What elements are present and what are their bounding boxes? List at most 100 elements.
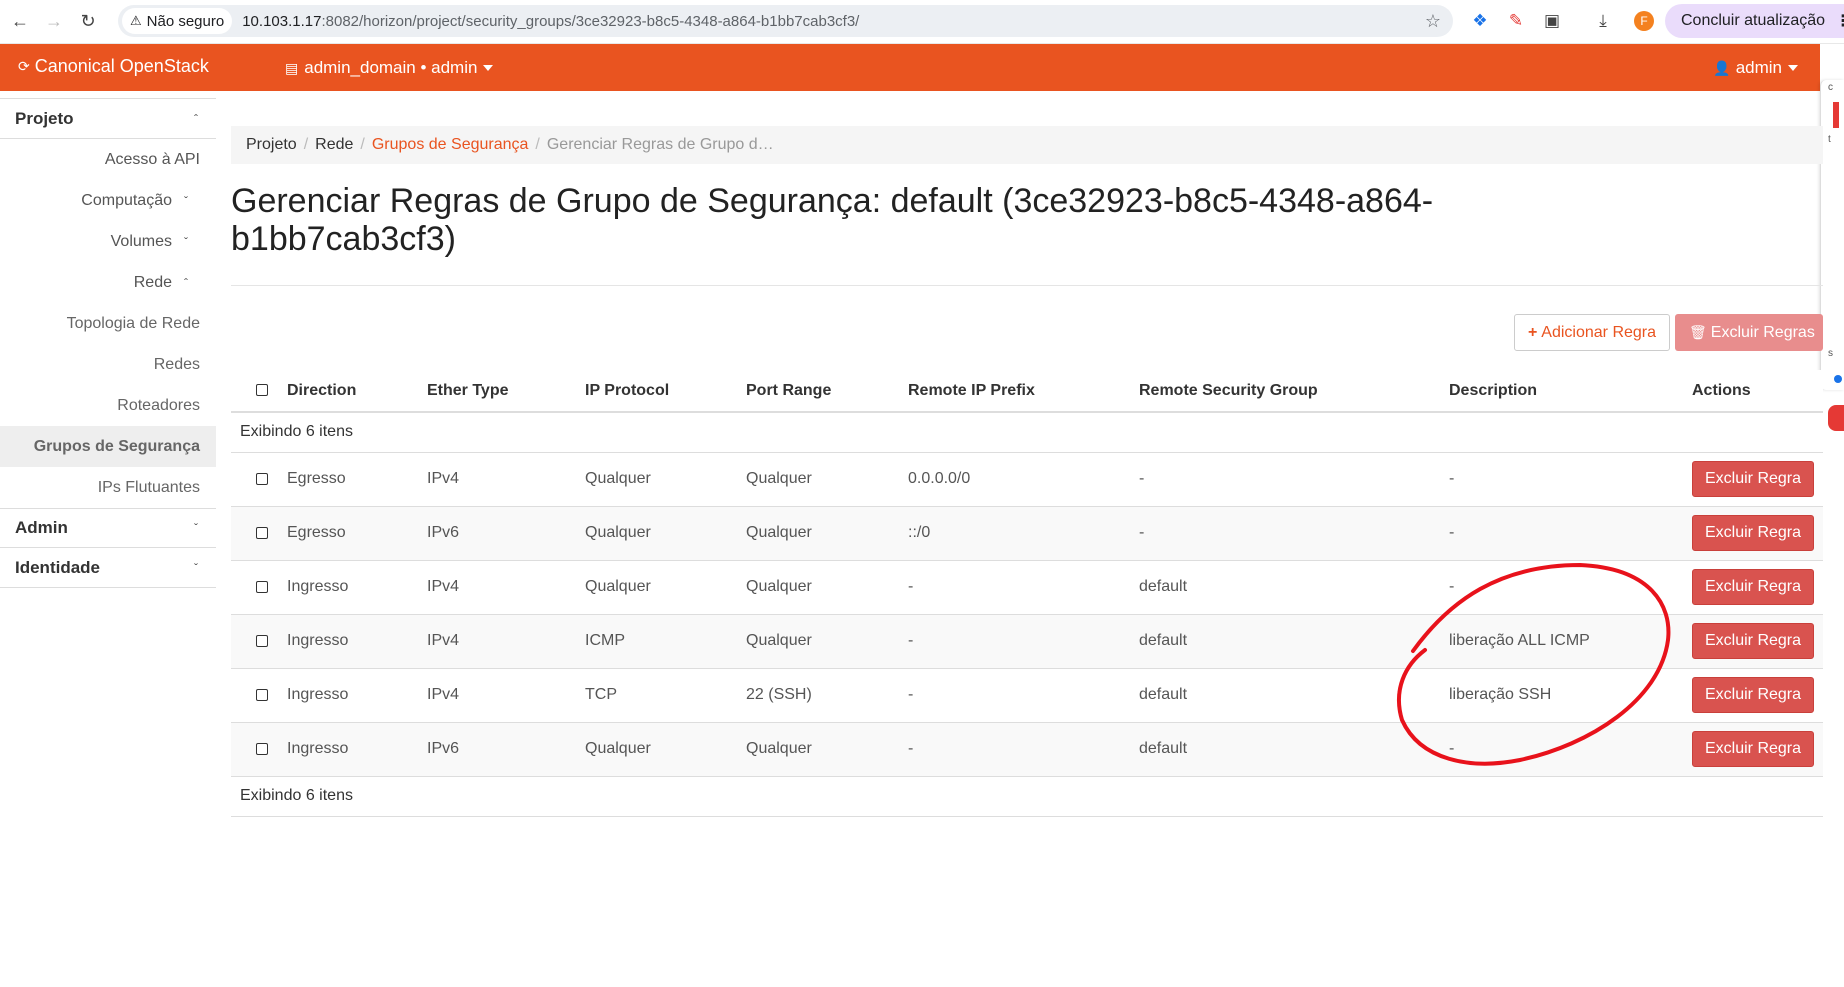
side-panel-glyph: t xyxy=(1828,134,1831,145)
sidebar-item-security-groups[interactable]: Grupos de Segurança xyxy=(0,426,216,467)
item-count-bottom: Exibindo 6 itens xyxy=(231,776,1823,817)
side-panel-red-mark xyxy=(1833,102,1839,128)
row-checkbox[interactable] xyxy=(256,580,268,593)
breadcrumb-separator: / xyxy=(360,136,365,153)
cell-port-range: Qualquer xyxy=(746,452,908,507)
column-header-description[interactable]: Description xyxy=(1449,370,1692,413)
table-row: Ingresso IPv4 ICMP Qualquer - default liberaçã… xyxy=(231,614,1823,669)
breadcrumb-separator: / xyxy=(535,136,540,153)
back-icon[interactable]: ← xyxy=(6,8,34,36)
row-checkbox[interactable] xyxy=(256,472,268,485)
side-panel-toggle[interactable] xyxy=(1834,375,1842,383)
row-checkbox[interactable] xyxy=(256,742,268,755)
sidebar-item-label: Computação xyxy=(81,191,172,209)
sidebar-item-label: Rede xyxy=(133,273,172,291)
breadcrumb-security-groups-link[interactable]: Grupos de Segurança xyxy=(372,136,529,154)
user-menu-dropdown[interactable]: 👤 admin xyxy=(1713,58,1798,78)
column-header-remote-ip-prefix[interactable]: Remote IP Prefix xyxy=(908,370,1139,413)
security-chip[interactable]: ⚠ Não seguro xyxy=(122,8,233,34)
table-row: Ingresso IPv6 Qualquer Qualquer - default - Exc… xyxy=(231,722,1823,777)
side-panel-red-tab[interactable] xyxy=(1828,405,1844,431)
row-select-cell xyxy=(231,506,287,561)
forward-icon[interactable]: → xyxy=(40,8,68,36)
delete-rule-button[interactable]: Excluir Regra xyxy=(1692,677,1814,713)
cell-remote-security-group: - xyxy=(1139,506,1449,561)
project-selector-label: admin_domain • admin xyxy=(304,58,478,77)
cell-remote-ip-prefix: - xyxy=(908,560,1139,615)
sidebar-section-projeto[interactable]: Projeto ˆ xyxy=(0,99,216,139)
cell-direction: Egresso xyxy=(287,506,427,561)
cell-ether-type: IPv6 xyxy=(427,506,585,561)
cell-port-range: Qualquer xyxy=(746,560,908,615)
cell-ip-protocol: ICMP xyxy=(585,614,746,669)
translate-extension-icon[interactable]: ❖ xyxy=(1468,9,1492,33)
delete-rule-button[interactable]: Excluir Regra xyxy=(1692,515,1814,551)
page-title-line2: b1bb7cab3cf3) xyxy=(231,220,456,258)
sidebar-item-label: Topologia de Rede xyxy=(66,314,200,332)
cell-description: liberação ALL ICMP xyxy=(1449,614,1692,669)
page-title: Gerenciar Regras de Grupo de Segurança: … xyxy=(231,182,1491,258)
table-row: Egresso IPv4 Qualquer Qualquer 0.0.0.0/0- - Ex… xyxy=(231,452,1823,507)
column-header-ether-type[interactable]: Ether Type xyxy=(427,370,585,413)
cell-description: - xyxy=(1449,452,1692,507)
cell-description: - xyxy=(1449,506,1692,561)
cell-remote-ip-prefix: - xyxy=(908,668,1139,723)
delete-rule-button[interactable]: Excluir Regra xyxy=(1692,623,1814,659)
row-checkbox[interactable] xyxy=(256,688,268,701)
cell-remote-security-group: default xyxy=(1139,614,1449,669)
extensions-puzzle-icon[interactable]: ▣ xyxy=(1540,9,1564,33)
delete-rule-button[interactable]: Excluir Regra xyxy=(1692,731,1814,767)
chevron-down-icon: ˇ xyxy=(184,234,188,249)
brand-link[interactable]: ⟳ Canonical OpenStack xyxy=(18,56,209,77)
sidebar-item-compute[interactable]: Computação ˇ xyxy=(0,180,216,221)
cell-remote-security-group: - xyxy=(1139,452,1449,507)
cell-ip-protocol: Qualquer xyxy=(585,452,746,507)
more-menu-icon[interactable]: ⋮ xyxy=(1835,11,1844,31)
sidebar-item-networks[interactable]: Redes xyxy=(0,344,216,385)
delete-rules-button[interactable]: 🗑 Excluir Regras xyxy=(1675,314,1823,351)
project-icon: ▤ xyxy=(285,59,299,76)
address-bar[interactable]: ⚠ Não seguro 10.103.1.17:8082/horizon/pr… xyxy=(118,5,1453,37)
update-label: Concluir atualização xyxy=(1681,12,1826,29)
cell-actions: Excluir Regra xyxy=(1692,668,1823,723)
sidebar-item-routers[interactable]: Roteadores xyxy=(0,385,216,426)
sidebar-item-volumes[interactable]: Volumes ˇ xyxy=(0,221,216,262)
column-header-direction[interactable]: Direction xyxy=(287,370,427,413)
column-header-remote-security-group[interactable]: Remote Security Group xyxy=(1139,370,1449,413)
sidebar-item-network[interactable]: Rede ˆ xyxy=(0,262,216,303)
sidebar-item-floating-ips[interactable]: IPs Flutuantes xyxy=(0,467,216,508)
url-host: 10.103.1.17 xyxy=(242,12,322,30)
table-header-row: Direction Ether Type IP Protocol Port Ra… xyxy=(231,370,1823,413)
downloads-icon[interactable]: ⤓ xyxy=(1591,9,1615,33)
sidebar: Projeto ˆ Acesso à API Computação ˇ Volum… xyxy=(0,91,216,588)
reload-icon[interactable]: ↻ xyxy=(74,8,102,36)
row-select-cell xyxy=(231,452,287,507)
sidebar-section-admin[interactable]: Admin ˇ xyxy=(0,508,216,548)
add-rule-button[interactable]: + Adicionar Regra xyxy=(1514,314,1670,351)
select-all-checkbox[interactable] xyxy=(256,384,268,397)
delete-rule-button[interactable]: Excluir Regra xyxy=(1692,569,1814,605)
sidebar-section-identity[interactable]: Identidade ˇ xyxy=(0,548,216,588)
row-checkbox[interactable] xyxy=(256,526,268,539)
project-selector-dropdown[interactable]: ▤ admin_domain • admin xyxy=(285,58,494,78)
caret-down-icon xyxy=(483,65,494,71)
bookmark-star-icon[interactable]: ☆ xyxy=(1425,11,1441,32)
url-text[interactable]: 10.103.1.17:8082/horizon/project/securit… xyxy=(242,13,859,30)
caret-down-icon xyxy=(1788,65,1798,71)
sidebar-item-api-access[interactable]: Acesso à API xyxy=(0,139,216,180)
sidebar-item-network-topology[interactable]: Topologia de Rede xyxy=(0,303,216,344)
update-chrome-button[interactable]: Concluir atualização ⋮ xyxy=(1665,4,1844,38)
column-header-ip-protocol[interactable]: IP Protocol xyxy=(585,370,746,413)
pen-extension-icon[interactable]: ✎ xyxy=(1504,9,1528,33)
brand-label: Canonical OpenStack xyxy=(34,56,209,76)
sidebar-item-label: IPs Flutuantes xyxy=(97,478,200,496)
column-header-port-range[interactable]: Port Range xyxy=(746,370,908,413)
cell-remote-security-group: default xyxy=(1139,560,1449,615)
profile-avatar[interactable]: F xyxy=(1632,9,1656,33)
table-row: Egresso IPv6 Qualquer Qualquer::/0- - Excluir… xyxy=(231,506,1823,561)
delete-rule-button[interactable]: Excluir Regra xyxy=(1692,461,1814,497)
cell-ip-protocol: Qualquer xyxy=(585,506,746,561)
column-header-actions: Actions xyxy=(1692,370,1823,413)
row-checkbox[interactable] xyxy=(256,634,268,647)
cell-ether-type: IPv6 xyxy=(427,722,585,777)
